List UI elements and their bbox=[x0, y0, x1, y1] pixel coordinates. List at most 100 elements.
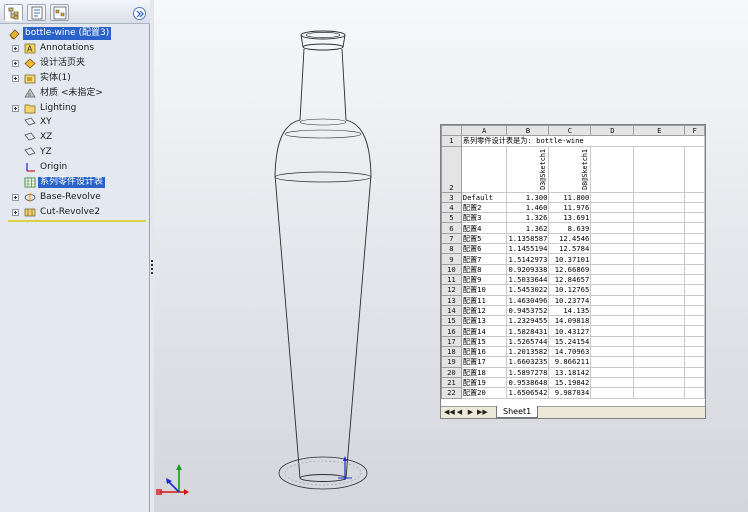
row-header[interactable]: 15 bbox=[441, 315, 462, 327]
tree-item[interactable]: 设计活页夹 bbox=[0, 56, 150, 71]
table-cell-value[interactable]: 10.12765 bbox=[548, 284, 592, 296]
sheet-nav-button[interactable]: ◀ bbox=[455, 408, 464, 417]
table-cell-config-name[interactable]: 配置6 bbox=[460, 243, 508, 255]
table-cell-value[interactable]: 15.24154 bbox=[548, 335, 592, 348]
table-cell[interactable] bbox=[590, 335, 635, 348]
table-cell-config-name[interactable]: 配置17 bbox=[460, 356, 508, 368]
param-header-cell[interactable]: D8@Sketch1 bbox=[548, 145, 592, 193]
table-cell[interactable] bbox=[590, 212, 635, 224]
table-cell-config-name[interactable]: 配置5 bbox=[460, 232, 508, 245]
table-cell[interactable] bbox=[460, 145, 508, 193]
column-header[interactable]: D bbox=[590, 125, 635, 137]
table-cell[interactable] bbox=[633, 232, 686, 245]
table-cell[interactable] bbox=[590, 366, 635, 378]
tree-item[interactable]: Cut-Revolve2 bbox=[0, 205, 150, 220]
table-cell-value[interactable]: 13.691 bbox=[548, 212, 592, 224]
featuremanager-tab[interactable] bbox=[4, 4, 23, 21]
column-header[interactable]: A bbox=[460, 125, 508, 137]
design-table-spreadsheet[interactable]: ABCDEF 1 系列零件设计表是为: bottle-wine 2 D3@Ske… bbox=[440, 124, 706, 419]
table-cell[interactable] bbox=[590, 145, 635, 193]
table-cell-value[interactable]: 9.987034 bbox=[548, 387, 592, 399]
table-cell-config-name[interactable]: Default bbox=[460, 191, 508, 203]
tree-item[interactable]: YZ bbox=[0, 145, 150, 160]
table-cell[interactable] bbox=[590, 273, 635, 286]
table-cell[interactable] bbox=[633, 315, 686, 327]
table-cell[interactable] bbox=[684, 232, 705, 245]
table-cell[interactable] bbox=[590, 253, 635, 265]
row-header[interactable]: 20 bbox=[441, 366, 462, 378]
table-cell-value[interactable]: 0.9453752 bbox=[506, 304, 550, 317]
row-header[interactable]: 19 bbox=[441, 356, 462, 368]
tree-item[interactable]: A Annotations bbox=[0, 41, 150, 56]
collapse-panel-button[interactable] bbox=[133, 7, 146, 20]
row-header[interactable]: 9 bbox=[441, 253, 462, 265]
table-cell[interactable] bbox=[684, 304, 705, 317]
table-cell-config-name[interactable]: 配置12 bbox=[460, 304, 508, 317]
table-cell[interactable] bbox=[684, 273, 705, 286]
table-cell[interactable] bbox=[684, 366, 705, 378]
table-cell-config-name[interactable]: 配置8 bbox=[460, 263, 508, 275]
row-header[interactable]: 22 bbox=[441, 387, 462, 399]
table-cell-value[interactable]: 1.5453022 bbox=[506, 284, 550, 296]
row-header[interactable]: 12 bbox=[441, 284, 462, 296]
table-cell[interactable] bbox=[590, 304, 635, 317]
expand-toggle-icon[interactable] bbox=[12, 104, 19, 112]
expand-toggle-icon[interactable] bbox=[12, 74, 19, 82]
row-header[interactable]: 11 bbox=[441, 273, 462, 286]
table-cell-value[interactable]: 12.84657 bbox=[548, 273, 592, 286]
table-cell[interactable] bbox=[633, 273, 686, 286]
table-cell-value[interactable]: 10.37101 bbox=[548, 253, 592, 265]
table-cell[interactable] bbox=[590, 243, 635, 255]
design-table-title-cell[interactable]: 系列零件设计表是为: bottle-wine bbox=[460, 135, 705, 147]
table-cell[interactable] bbox=[684, 145, 705, 193]
table-cell[interactable] bbox=[590, 356, 635, 368]
table-cell[interactable] bbox=[633, 294, 686, 306]
expand-toggle-icon[interactable] bbox=[12, 193, 19, 201]
table-cell[interactable] bbox=[590, 232, 635, 245]
select-all-corner[interactable] bbox=[441, 125, 462, 137]
table-cell-config-name[interactable]: 配置16 bbox=[460, 346, 508, 358]
row-header[interactable]: 1 bbox=[441, 135, 462, 147]
expand-toggle-icon[interactable] bbox=[12, 208, 19, 216]
table-cell[interactable] bbox=[633, 212, 686, 224]
column-header[interactable]: E bbox=[633, 125, 686, 137]
column-header[interactable]: F bbox=[684, 125, 705, 137]
table-cell-config-name[interactable]: 配置3 bbox=[460, 212, 508, 224]
table-cell[interactable] bbox=[684, 335, 705, 348]
table-cell-value[interactable]: 13.18142 bbox=[548, 366, 592, 378]
table-cell-config-name[interactable]: 配置13 bbox=[460, 315, 508, 327]
sheet-nav-button[interactable]: ▶▶ bbox=[477, 408, 488, 417]
table-cell-value[interactable]: 0.9538648 bbox=[506, 376, 550, 389]
table-cell[interactable] bbox=[684, 284, 705, 296]
tree-item[interactable]: 材质 <未指定> bbox=[0, 86, 150, 101]
table-cell-value[interactable]: 1.5033644 bbox=[506, 273, 550, 286]
table-cell[interactable] bbox=[684, 387, 705, 399]
table-cell-value[interactable]: 11.800 bbox=[548, 191, 592, 203]
table-cell-value[interactable]: 1.362 bbox=[506, 222, 550, 234]
row-header[interactable]: 7 bbox=[441, 232, 462, 245]
row-header[interactable]: 16 bbox=[441, 325, 462, 337]
table-cell[interactable] bbox=[684, 222, 705, 234]
table-cell-value[interactable]: 10.23774 bbox=[548, 294, 592, 306]
table-cell[interactable] bbox=[590, 191, 635, 203]
table-cell-value[interactable]: 15.19842 bbox=[548, 376, 592, 389]
rollback-bar[interactable] bbox=[8, 220, 146, 222]
table-cell-value[interactable]: 9.866211 bbox=[548, 356, 592, 368]
table-cell-value[interactable]: 1.4630496 bbox=[506, 294, 550, 306]
table-cell[interactable] bbox=[633, 243, 686, 255]
table-cell[interactable] bbox=[684, 212, 705, 224]
column-header[interactable]: C bbox=[548, 125, 592, 137]
table-cell[interactable] bbox=[633, 366, 686, 378]
table-cell[interactable] bbox=[590, 263, 635, 275]
table-cell-config-name[interactable]: 配置19 bbox=[460, 376, 508, 389]
table-cell[interactable] bbox=[684, 201, 705, 214]
table-cell-config-name[interactable]: 配置20 bbox=[460, 387, 508, 399]
table-cell[interactable] bbox=[590, 346, 635, 358]
table-cell[interactable] bbox=[633, 387, 686, 399]
table-cell[interactable] bbox=[633, 356, 686, 368]
table-cell-value[interactable]: 12.66869 bbox=[548, 263, 592, 275]
row-header[interactable]: 10 bbox=[441, 263, 462, 275]
table-cell-value[interactable]: 14.70963 bbox=[548, 346, 592, 358]
table-cell-value[interactable]: 1.326 bbox=[506, 212, 550, 224]
table-cell-value[interactable]: 14.135 bbox=[548, 304, 592, 317]
